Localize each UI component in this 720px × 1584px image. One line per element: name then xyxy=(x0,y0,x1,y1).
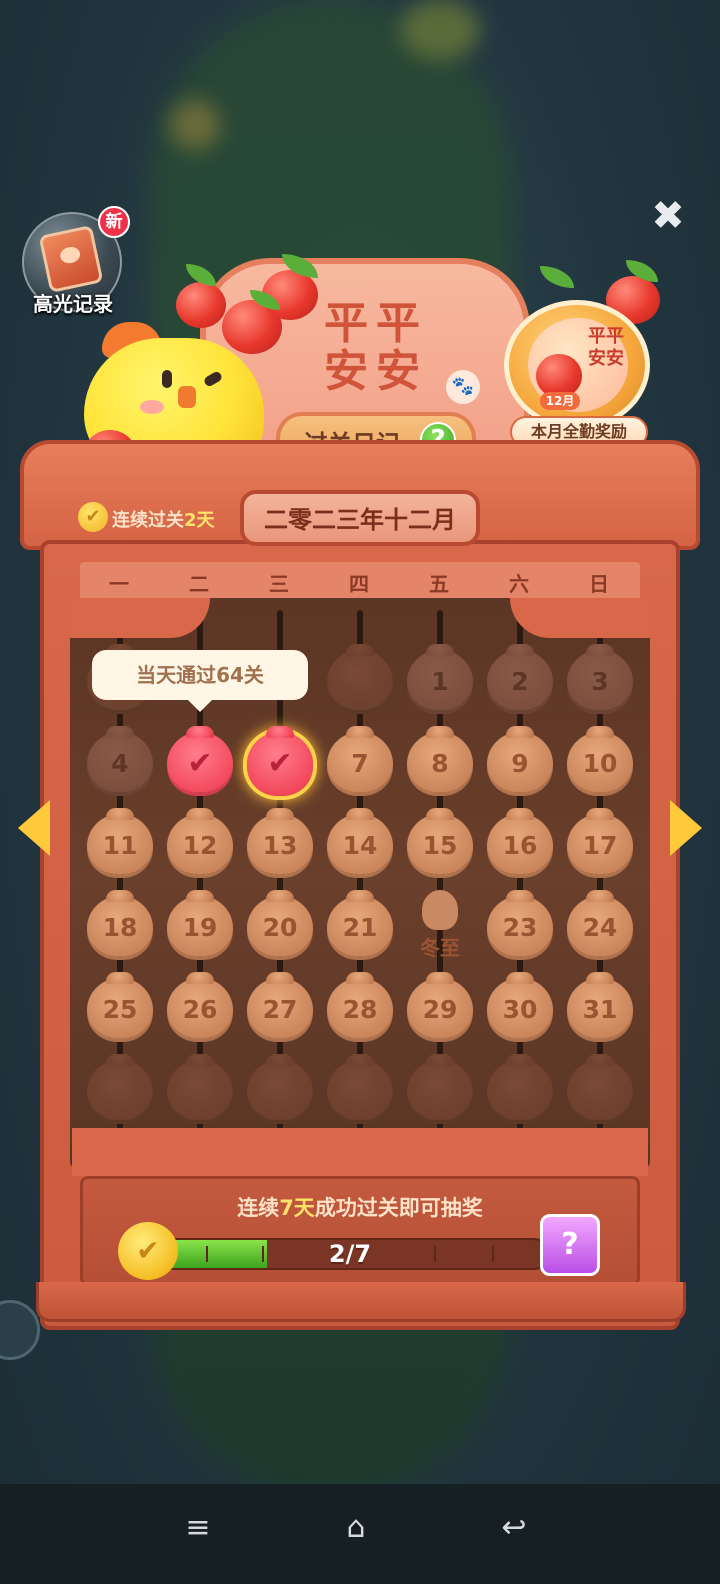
new-badge: 新 xyxy=(98,206,130,238)
previous-month-arrow[interactable] xyxy=(18,800,50,856)
progress-tick xyxy=(262,1246,264,1262)
weekday-tue: 二 xyxy=(189,572,209,596)
calendar-day[interactable]: 27 xyxy=(247,972,313,1042)
streak-prefix: 连续过关 xyxy=(112,510,184,531)
progress-tick xyxy=(434,1246,436,1262)
calendar-day[interactable]: 30 xyxy=(487,972,553,1042)
weekday-sat: 六 xyxy=(509,572,529,596)
title-line-2: 安安 xyxy=(324,346,428,397)
calendar-day[interactable]: 17 xyxy=(567,808,633,878)
back-icon[interactable]: ↩ xyxy=(494,1508,534,1548)
streak-label: 连续过关2天 xyxy=(112,506,215,532)
home-icon[interactable]: ⌂ xyxy=(336,1508,376,1548)
calendar-day[interactable]: 26 xyxy=(167,972,233,1042)
progress-tick xyxy=(492,1246,494,1262)
reward-month: 12月 xyxy=(540,392,580,410)
calendar-day[interactable]: 24 xyxy=(567,890,633,960)
frame-ornament-top-right xyxy=(510,598,650,638)
calendar-day[interactable]: 2 xyxy=(487,644,553,714)
calendar-day[interactable]: 8 xyxy=(407,726,473,796)
weekday-thu: 四 xyxy=(349,572,369,596)
calendar-day[interactable]: 13 xyxy=(247,808,313,878)
progress-tick xyxy=(206,1246,208,1262)
calendar-day[interactable]: 21 xyxy=(327,890,393,960)
lottery-highlight: 7天 xyxy=(279,1196,315,1220)
chick-eye xyxy=(162,370,172,388)
calendar-day[interactable]: 20 xyxy=(247,890,313,960)
chick-blush xyxy=(140,400,164,414)
background-blob xyxy=(170,100,220,150)
calendar-day[interactable]: 12 xyxy=(167,808,233,878)
menu-icon[interactable]: ≡ xyxy=(178,1508,218,1548)
calendar-day[interactable]: 18 xyxy=(87,890,153,960)
calendar-day[interactable]: 28 xyxy=(327,972,393,1042)
streak-days: 2天 xyxy=(184,510,215,531)
calendar-day-empty xyxy=(87,1054,153,1124)
check-icon: ✔ xyxy=(267,746,293,781)
mystery-gift-icon[interactable]: ? xyxy=(540,1214,600,1276)
calendar-day-completed-selected[interactable]: ✔ xyxy=(247,726,313,796)
calendar-day[interactable]: 23 xyxy=(487,890,553,960)
calendar-day-empty xyxy=(487,1054,553,1124)
next-month-arrow[interactable] xyxy=(670,800,702,856)
calendar-day[interactable]: 29 xyxy=(407,972,473,1042)
weekday-fri: 五 xyxy=(429,572,449,596)
check-icon: ✔ xyxy=(187,746,213,781)
leaf-icon xyxy=(540,266,574,288)
chick-beak xyxy=(178,386,196,408)
lottery-prefix: 连续 xyxy=(237,1196,280,1220)
apple-icon xyxy=(176,282,226,328)
calendar-day[interactable]: 1 xyxy=(407,644,473,714)
month-label: 二零二三年十二月 xyxy=(264,506,456,534)
calendar-day[interactable]: 25 xyxy=(87,972,153,1042)
calendar-day[interactable]: 15 xyxy=(407,808,473,878)
calendar-day[interactable]: 9 xyxy=(487,726,553,796)
calendar-day-empty xyxy=(247,1054,313,1124)
close-button[interactable]: ✖ xyxy=(648,196,688,236)
calendar-day[interactable]: 10 xyxy=(567,726,633,796)
lottery-suffix: 成功过关即可抽奖 xyxy=(314,1196,483,1220)
streak-check-icon: ✔ xyxy=(78,502,108,532)
side-floating-button[interactable] xyxy=(0,1300,40,1360)
title-line-1: 平平 xyxy=(324,298,428,349)
calendar-day[interactable]: 4 xyxy=(87,726,153,796)
weekday-sun: 日 xyxy=(589,572,609,596)
title-text: 平平 安安 xyxy=(296,300,456,396)
calendar-day[interactable]: 14 xyxy=(327,808,393,878)
bottom-frame-ornament xyxy=(72,1128,648,1176)
tooltip-tail xyxy=(186,698,214,712)
calendar-day[interactable]: 31 xyxy=(567,972,633,1042)
weekday-mon: 一 xyxy=(109,572,129,596)
highlights-button[interactable]: 新 高光记录 xyxy=(22,206,132,316)
calendar-day[interactable]: 7 xyxy=(327,726,393,796)
calendar-day-empty xyxy=(167,1054,233,1124)
dumpling-figure-icon xyxy=(422,890,458,930)
paw-icon: 🐾 xyxy=(446,370,480,404)
day-tooltip: 当天通过64关 xyxy=(92,650,308,700)
board-base xyxy=(36,1282,686,1322)
winter-solstice-label: 冬至 xyxy=(420,936,460,960)
calendar-day[interactable]: 19 xyxy=(167,890,233,960)
calendar-day-empty xyxy=(567,1054,633,1124)
calendar-day-empty xyxy=(327,1054,393,1124)
calendar-day-empty xyxy=(327,644,393,714)
highlights-label: 高光记录 xyxy=(33,292,113,316)
calendar-day-completed[interactable]: ✔ xyxy=(167,726,233,796)
calendar-day[interactable]: 16 xyxy=(487,808,553,878)
calendar-day[interactable]: 11 xyxy=(87,808,153,878)
weekday-wed: 三 xyxy=(269,572,289,596)
calendar-day-empty xyxy=(407,1054,473,1124)
calendar-day-winter-solstice[interactable]: 冬至 xyxy=(400,890,480,970)
background-blob xyxy=(400,0,480,60)
frame-ornament-top-left xyxy=(70,598,210,638)
progress-text: 2/7 xyxy=(328,1240,372,1268)
reward-chars: 平平安安 xyxy=(588,326,624,369)
highlights-book-icon xyxy=(38,225,104,293)
streak-coin-icon: ✔ xyxy=(118,1222,178,1280)
calendar-day[interactable]: 3 xyxy=(567,644,633,714)
